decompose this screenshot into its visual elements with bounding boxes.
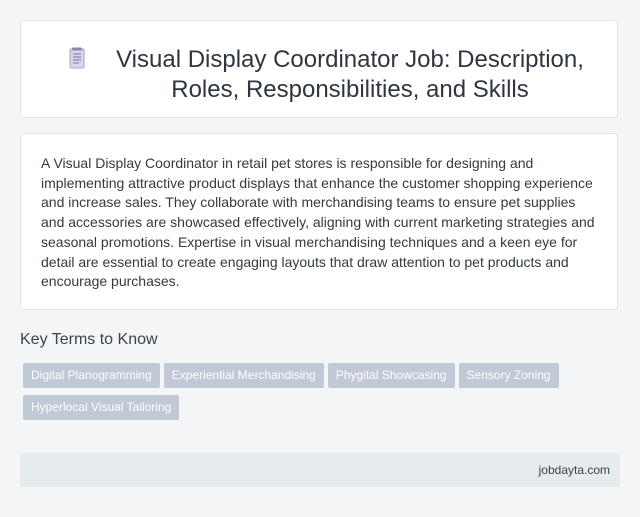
key-term-tag[interactable]: Hyperlocal Visual Tailoring [23, 395, 180, 420]
key-term-tag[interactable]: Phygital Showcasing [327, 363, 455, 388]
footer-site-link[interactable]: jobdayta.com [539, 463, 610, 477]
key-term-tag[interactable]: Experiential Merchandising [163, 363, 324, 388]
key-term-tag[interactable]: Digital Planogramming [23, 363, 160, 388]
footer: jobdayta.com [20, 453, 620, 487]
key-terms-list: Digital Planogramming Experiential Mercha… [23, 363, 593, 427]
page-title: Visual Display Coordinator Job: Descript… [116, 46, 584, 103]
title-card: Visual Display Coordinator Job: Descript… [20, 20, 618, 118]
description-card: A Visual Display Coordinator in retail p… [20, 133, 618, 310]
key-terms-heading: Key Terms to Know [20, 331, 158, 348]
key-term-tag[interactable]: Sensory Zoning [458, 363, 559, 388]
description-text: A Visual Display Coordinator in retail p… [41, 155, 595, 290]
